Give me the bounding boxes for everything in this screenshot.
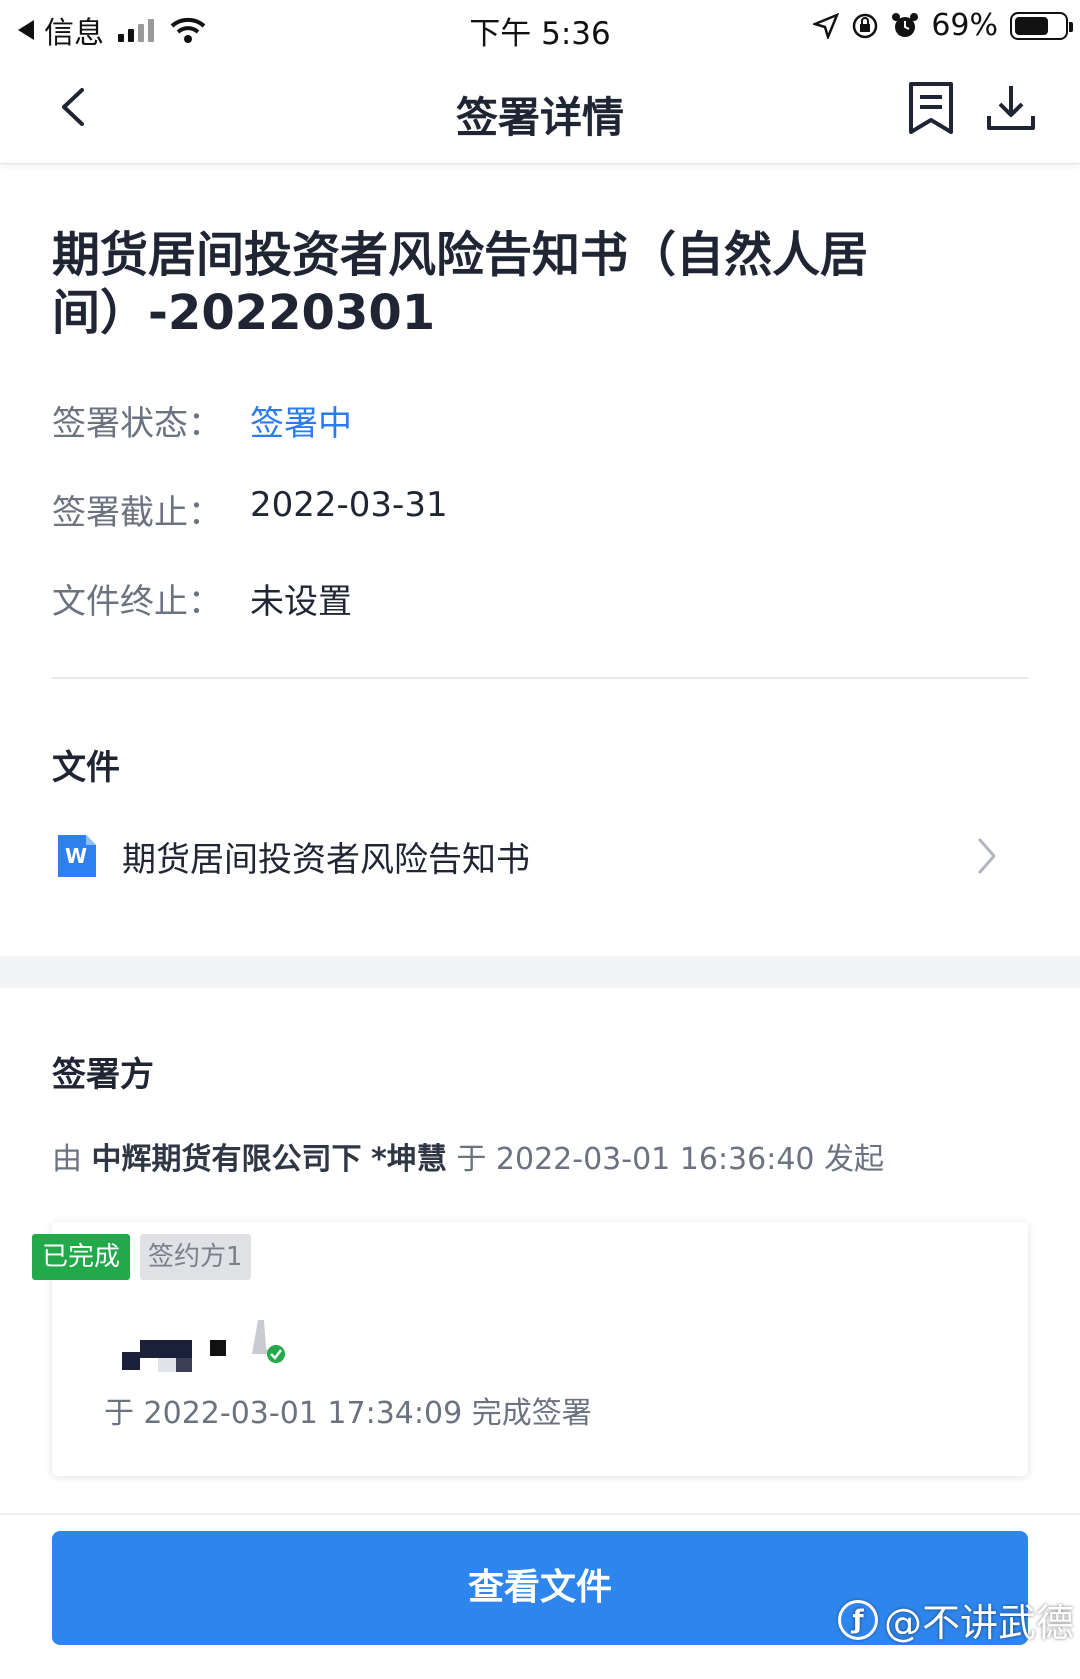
section-separator bbox=[0, 956, 1080, 988]
redacted-signer-name bbox=[122, 1320, 285, 1372]
deadline-value: 2022-03-31 bbox=[250, 485, 448, 525]
detail-row-deadline: 签署截止： 2022-03-31 bbox=[52, 485, 448, 534]
nav-bar: 签署详情 bbox=[0, 52, 1080, 164]
chevron-right-icon bbox=[978, 838, 996, 874]
alarm-icon bbox=[892, 12, 919, 37]
verified-check-icon bbox=[267, 1345, 285, 1363]
file-list-item[interactable]: W 期货居间投资者风险告知书 bbox=[52, 828, 1012, 884]
document-title: 期货居间投资者风险告知书（自然人居间）-20220301 bbox=[52, 227, 869, 341]
detail-label: 签署截止： bbox=[52, 493, 222, 533]
file-icon-letter: W bbox=[64, 844, 88, 868]
party-badge: 签约方1 bbox=[140, 1234, 251, 1280]
battery-percent: 69% bbox=[931, 8, 998, 43]
initiator-suffix: 发起 bbox=[824, 1142, 885, 1177]
document-record-icon[interactable] bbox=[905, 80, 957, 136]
file-name: 期货居间投资者风险告知书 bbox=[122, 839, 530, 880]
section-divider bbox=[52, 677, 1028, 679]
files-section-title: 文件 bbox=[52, 748, 120, 788]
signer-completed-time: 于 2022-03-01 17:34:09 完成签署 bbox=[104, 1396, 592, 1431]
detail-row-termination: 文件终止： 未设置 bbox=[52, 574, 352, 623]
signers-section-title: 签署方 bbox=[52, 1055, 154, 1095]
detail-label: 签署状态： bbox=[52, 404, 222, 444]
location-arrow-icon bbox=[813, 12, 840, 39]
status-bar-right: 69% bbox=[813, 8, 1073, 43]
termination-value: 未设置 bbox=[250, 582, 352, 622]
initiator-person: *坤慧 bbox=[371, 1142, 447, 1177]
initiator-time: 2022-03-01 16:36:40 bbox=[495, 1142, 815, 1177]
watermark-text: @不讲武德 bbox=[884, 1601, 1075, 1645]
initiator-at: 于 bbox=[456, 1142, 487, 1177]
word-file-icon: W bbox=[56, 833, 98, 879]
battery-icon bbox=[1010, 11, 1073, 40]
footer-divider bbox=[0, 1513, 1080, 1515]
initiator-prefix: 由 bbox=[52, 1142, 82, 1177]
detail-label: 文件终止： bbox=[52, 582, 222, 622]
douyin-logo-icon: ƒ bbox=[838, 1599, 878, 1640]
battery-level bbox=[1015, 16, 1049, 35]
status-value: 签署中 bbox=[250, 404, 352, 444]
completed-badge: 已完成 bbox=[32, 1234, 131, 1280]
initiator-company: 中辉期货有限公司下 bbox=[91, 1142, 362, 1177]
download-icon[interactable] bbox=[985, 82, 1037, 134]
rotation-lock-icon bbox=[853, 13, 878, 38]
initiator-info: 由 中辉期货有限公司下 *坤慧 于 2022-03-01 16:36:40 发起 bbox=[52, 1134, 884, 1178]
status-bar: 信息 下午 5:36 69% bbox=[0, 0, 1080, 52]
detail-row-status: 签署状态： 签署中 bbox=[52, 396, 352, 445]
watermark: ƒ @不讲武德 bbox=[838, 1592, 1074, 1647]
